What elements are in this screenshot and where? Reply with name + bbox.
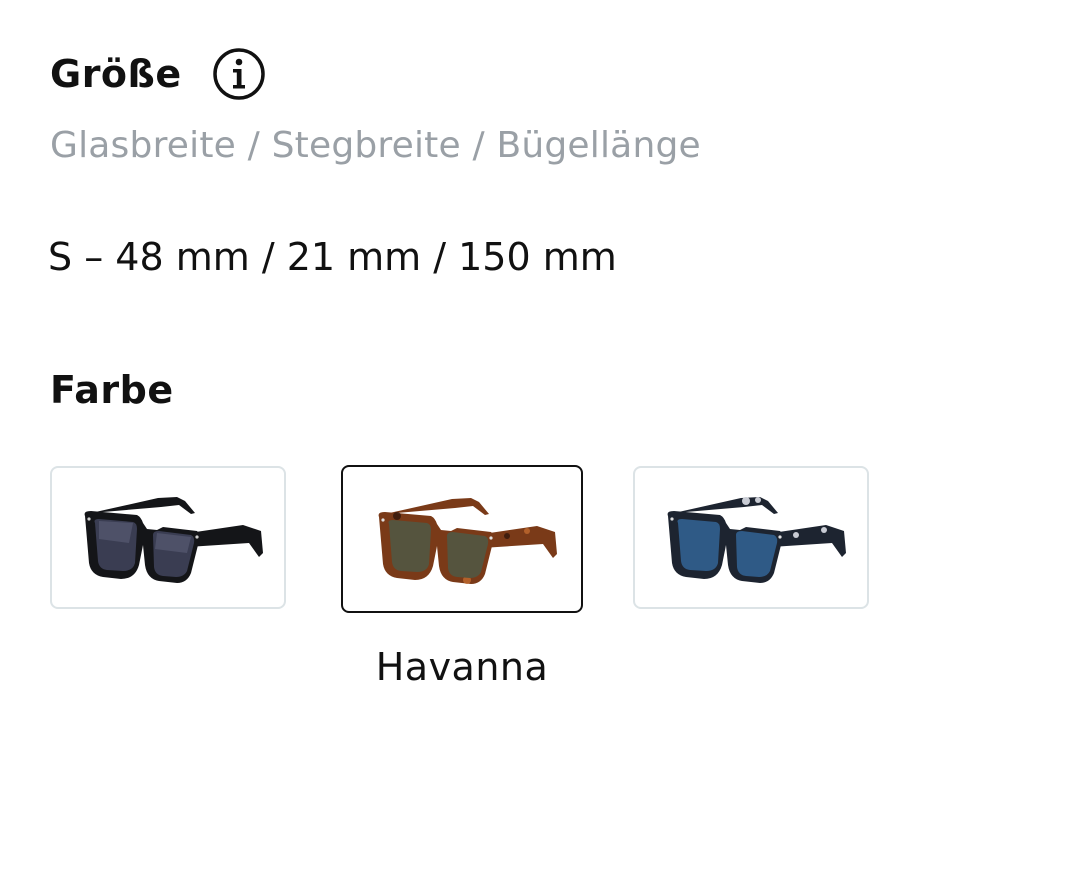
dimensions-label: Glasbreite / Stegbreite / Bügellänge — [50, 125, 701, 166]
color-swatch-havanna[interactable] — [341, 465, 583, 613]
size-title: Größe — [50, 52, 182, 96]
size-heading: Größe — [50, 45, 266, 103]
color-swatch-black[interactable] — [50, 466, 286, 609]
info-icon[interactable] — [212, 47, 266, 101]
black-sunglasses-icon — [84, 496, 263, 583]
blue-sunglasses-icon — [667, 496, 846, 583]
color-swatch-blue[interactable] — [633, 466, 869, 609]
selected-color-name: Havanna — [375, 645, 549, 689]
havanna-sunglasses-icon — [378, 498, 557, 584]
selected-size-value[interactable]: S – 48 mm / 21 mm / 150 mm — [48, 235, 617, 279]
color-title: Farbe — [50, 368, 174, 412]
